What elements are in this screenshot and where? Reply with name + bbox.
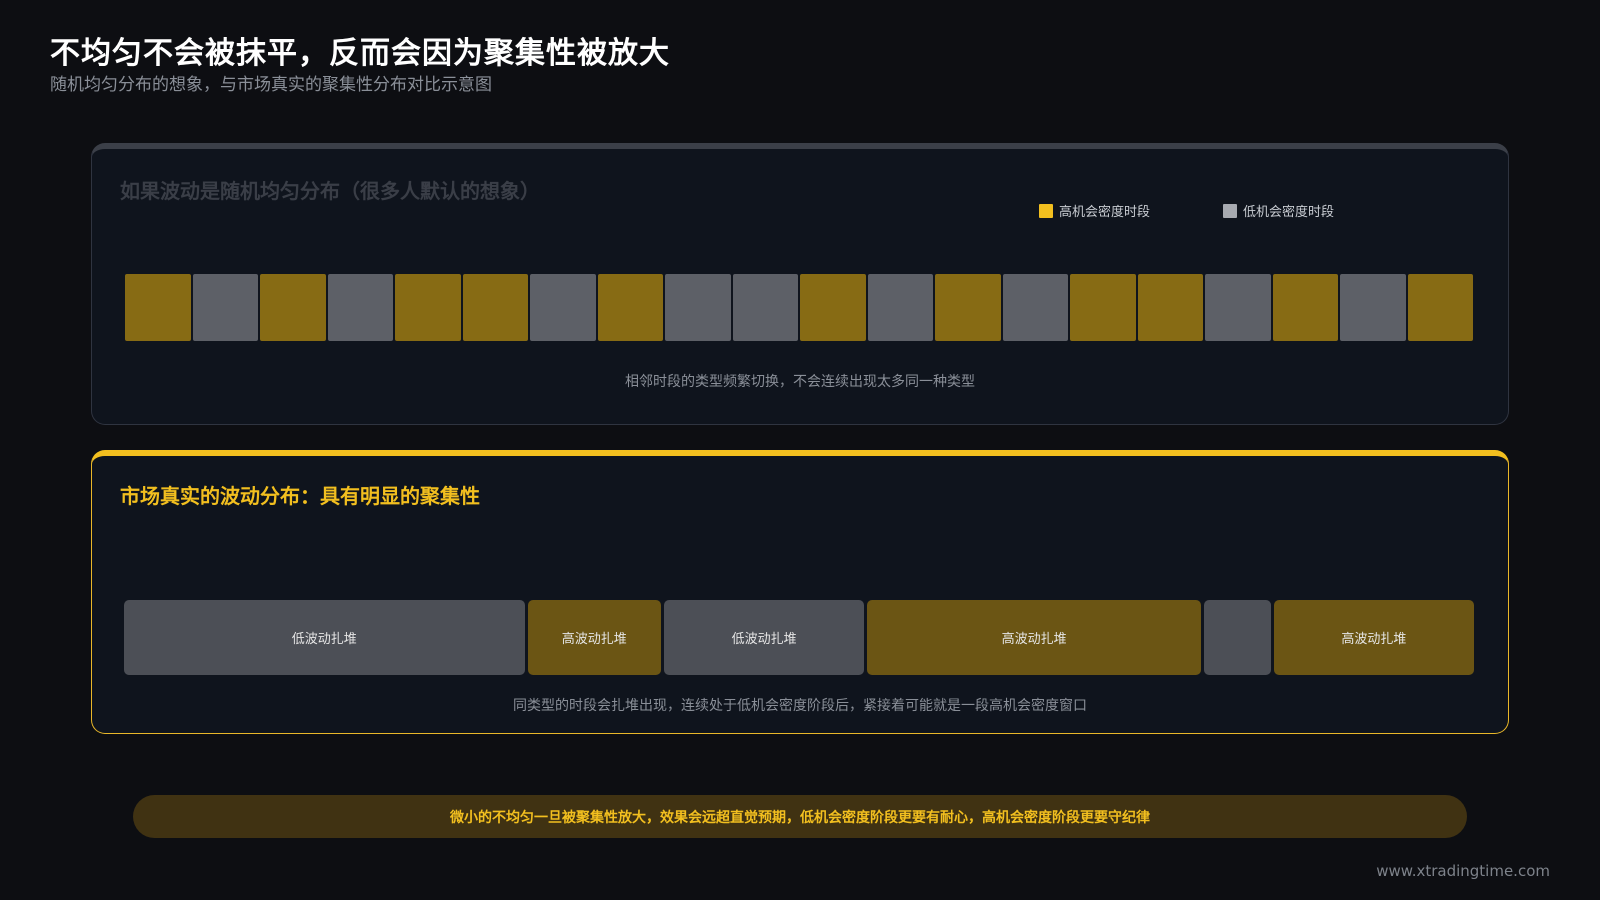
period-block-low	[867, 274, 933, 341]
legend-low-swatch	[1223, 203, 1237, 218]
cluster-segment-low	[1204, 600, 1271, 675]
cluster-segment-high: 高波动扎堆	[1273, 600, 1474, 675]
period-block-low	[530, 274, 596, 341]
period-block-low	[1205, 274, 1271, 341]
real-distribution-panel: 市场真实的波动分布：具有明显的聚集性 低波动扎堆 高波动扎堆 低波动扎堆 高波动扎堆高…	[91, 450, 1509, 734]
legend-low-label: 低机会密度时段	[1243, 205, 1335, 220]
period-block-high	[125, 274, 191, 341]
period-block-high	[260, 274, 326, 341]
period-block-high	[597, 274, 663, 341]
page-title: 不均匀不会被抹平，反而会因为聚集性被放大	[50, 36, 670, 71]
legend-high-swatch	[1039, 203, 1053, 218]
cluster-segment-low: 低波动扎堆	[664, 600, 865, 675]
cluster-segment-high: 高波动扎堆	[527, 600, 661, 675]
period-block-high	[395, 274, 461, 341]
period-block-low	[732, 274, 798, 341]
legend-high: 高机会密度时段	[1039, 201, 1150, 220]
period-block-high	[462, 274, 528, 341]
cluster-segment-high: 高波动扎堆	[867, 600, 1201, 675]
cluster-segment-low: 低波动扎堆	[124, 600, 525, 675]
page-subtitle: 随机均匀分布的想象，与市场真实的聚集性分布对比示意图	[50, 75, 492, 95]
random-block-row	[125, 274, 1473, 341]
period-block-low	[327, 274, 393, 341]
real-panel-caption: 同类型的时段会扎堆出现，连续处于低机会密度阶段后，紧接着可能就是一段高机会密度窗…	[513, 698, 1087, 714]
conclusion-banner: 微小的不均匀一旦被聚集性放大，效果会远超直觉预期，低机会密度阶段更要有耐心，高机…	[133, 795, 1467, 838]
real-panel-title: 市场真实的波动分布：具有明显的聚集性	[120, 484, 480, 508]
period-block-high	[1070, 274, 1136, 341]
clustered-segment-row: 低波动扎堆 高波动扎堆 低波动扎堆 高波动扎堆 高波动扎堆	[124, 600, 1474, 675]
legend-high-label: 高机会密度时段	[1059, 205, 1151, 220]
period-block-high	[1272, 274, 1338, 341]
period-block-low	[665, 274, 731, 341]
random-panel-title: 如果波动是随机均匀分布（很多人默认的想象）	[120, 179, 540, 203]
period-block-high	[1407, 274, 1473, 341]
legend-low: 低机会密度时段	[1223, 201, 1334, 220]
period-block-high	[1137, 274, 1203, 341]
period-block-low	[192, 274, 258, 341]
period-block-low	[1340, 274, 1406, 341]
period-block-high	[800, 274, 866, 341]
site-watermark: www.xtradingtime.com	[1376, 862, 1550, 880]
period-block-high	[935, 274, 1001, 341]
random-panel-caption: 相邻时段的类型频繁切换，不会连续出现太多同一种类型	[625, 374, 975, 390]
random-distribution-panel: 如果波动是随机均匀分布（很多人默认的想象） 高机会密度时段 低机会密度时段 相邻…	[91, 143, 1509, 425]
period-block-low	[1002, 274, 1068, 341]
